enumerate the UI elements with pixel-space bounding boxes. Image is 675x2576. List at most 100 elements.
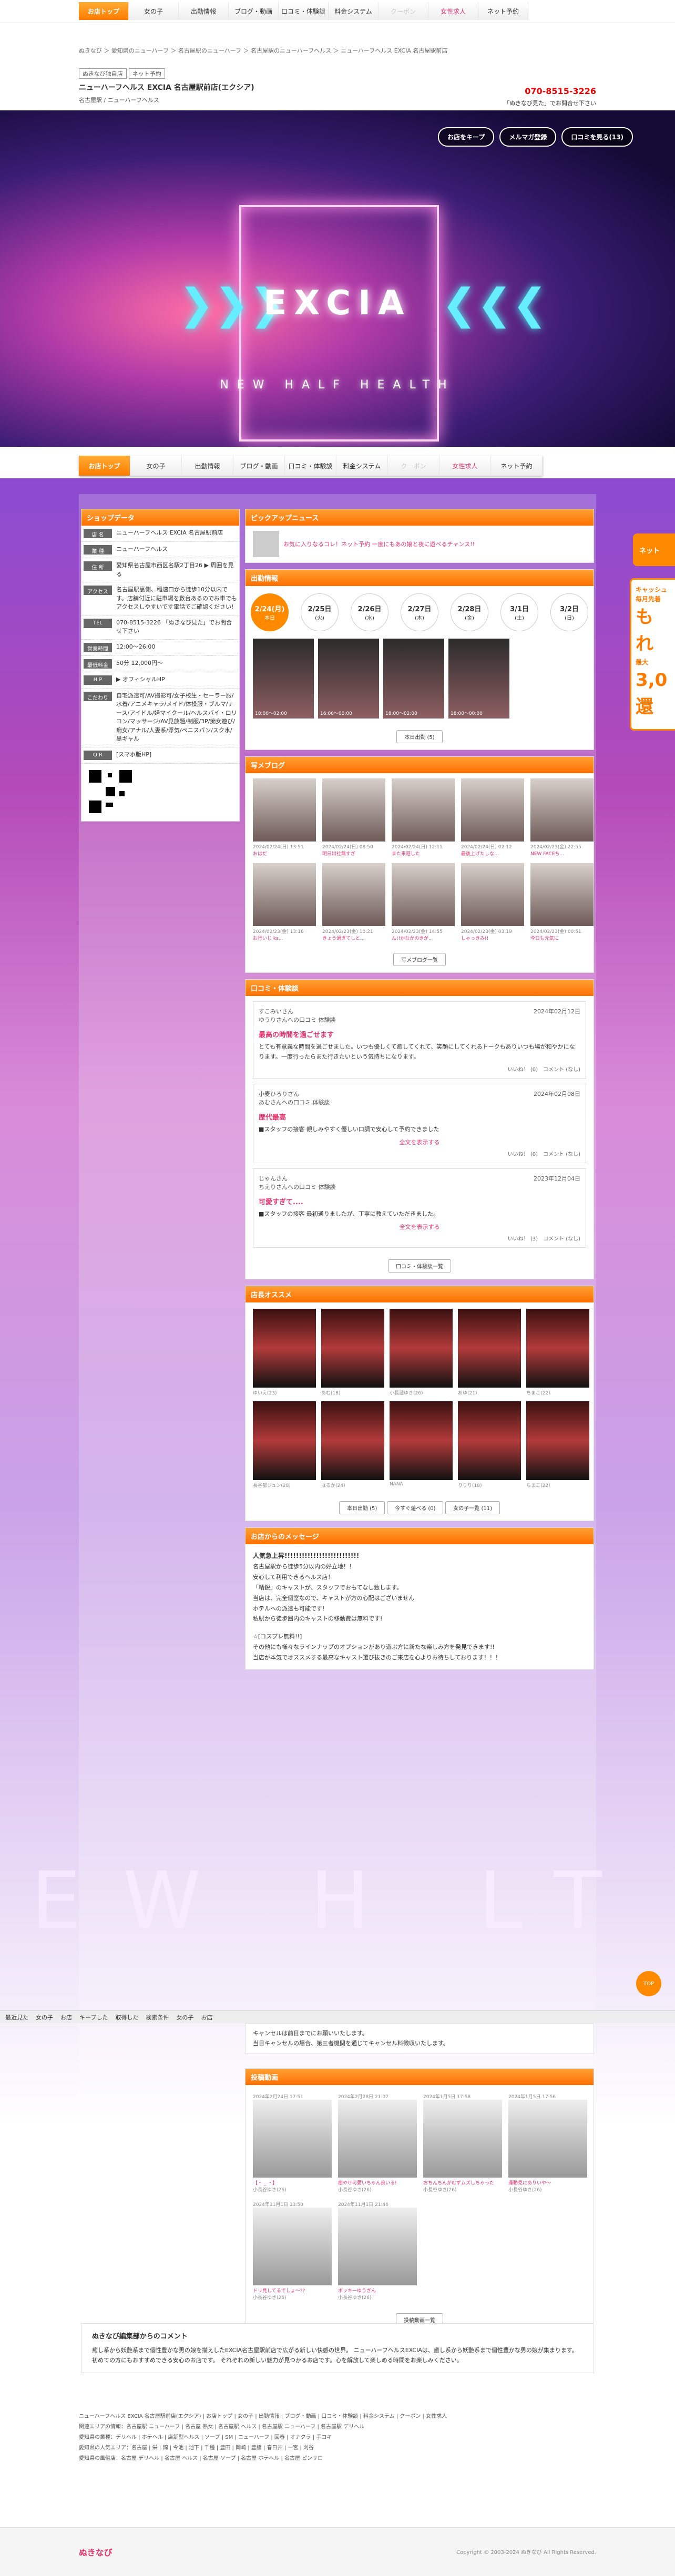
bottom-bar-item[interactable]: 女の子 <box>176 2013 193 2021</box>
schedule-day[interactable]: 2/28日 (金) <box>451 593 488 631</box>
show-full-link[interactable]: 全文を表示する <box>262 1223 577 1231</box>
nav-item[interactable]: 女の子 <box>130 456 182 476</box>
cashback-big: もれ <box>636 607 653 654</box>
nav-item[interactable]: お店トップ <box>79 456 130 476</box>
net-reserve-float[interactable]: ネット <box>633 533 675 566</box>
reviews-list-button[interactable]: 口コミ・体験談一覧 <box>388 1259 451 1272</box>
recommend-girl[interactable]: りりり(18) <box>458 1401 521 1489</box>
bottom-bar-item[interactable]: 最近見た <box>5 2013 28 2021</box>
blog-item[interactable]: 2024/02/24(日) 02:12 最後上げたしな... <box>461 778 524 857</box>
blog-item[interactable]: 2024/02/23(金) 13:16 お行いじ ks... <box>253 863 316 941</box>
blog-item[interactable]: 2024/02/23(金) 14:55 ん!!かなかのきが.. <box>392 863 455 941</box>
like-button[interactable]: いいね！ (3) <box>508 1236 538 1242</box>
news-link[interactable]: お気に入りなるコレ！ネット予約 一度にもあの娘と夜に遊べるチャンス!! <box>283 540 475 548</box>
post-item[interactable]: 2024年11月1日 13:50 ドリ見してるでしょ〜?? 小長谷ゆき(26) <box>253 2199 332 2301</box>
schedule-girl-photo[interactable]: 18:00〜00:00 <box>448 639 509 719</box>
nav-item[interactable]: 料金システム <box>329 2 379 20</box>
shop-data-row: Q R [スマホ版HP] <box>81 747 239 764</box>
bottom-bar-item[interactable]: 取得した <box>115 2013 138 2021</box>
footer-logo[interactable]: ぬきなび <box>79 2546 112 2558</box>
blog-list-button[interactable]: 写メブログ一覧 <box>393 953 446 966</box>
cashback-float[interactable]: キャッシュ 毎月先着 もれ 最大 3,0 還 <box>630 578 675 731</box>
recommend-girl[interactable]: あゆ(21) <box>458 1308 521 1396</box>
comment-button[interactable]: コメント (なし) <box>543 1067 580 1073</box>
recommend-girl[interactable]: 小長遊ゆき(26) <box>390 1308 453 1396</box>
nav-item[interactable]: ネット予約 <box>491 456 543 476</box>
blog-item[interactable]: 2024/02/23(金) 22:55 NEW FACEち... <box>530 778 594 857</box>
recommend-photo <box>253 1308 316 1388</box>
schedule-girl-photo[interactable]: 16:00〜00:00 <box>318 639 379 719</box>
post-item[interactable]: 2024年11月1日 21:46 ボッキーゆうぎん 小長谷ゆき(26) <box>338 2199 417 2301</box>
comment-button[interactable]: コメント (なし) <box>543 1236 580 1242</box>
message-heading: 人気急上昇!!!!!!!!!!!!!!!!!!!!!!!!!! <box>253 1552 360 1559</box>
post-item[interactable]: 2024年2月28日 21:07 癒やせ可愛いちゃん良いる! 小長谷ゆき(26) <box>338 2091 417 2193</box>
nav-item[interactable]: 女の子 <box>129 2 179 20</box>
tag-original: ぬきなび独自店 <box>79 68 127 79</box>
schedule-day[interactable]: 2/24(月) 本日 <box>251 593 289 631</box>
nav-item[interactable]: 出勤情報 <box>179 2 229 20</box>
footer-line[interactable]: 愛知県の業種：デリヘル | ホテヘル | 店舗型ヘルス | ソープ | SM |… <box>79 2433 596 2443</box>
schedule-day[interactable]: 2/25日 (火) <box>301 593 339 631</box>
blog-item[interactable]: 2024/02/23(金) 03:19 しゃっきみ!! <box>461 863 524 941</box>
recommend-girl[interactable]: ゆいえ(23) <box>253 1308 316 1396</box>
schedule-day[interactable]: 2/27日 (木) <box>401 593 438 631</box>
girls-list-button[interactable]: 女の子一覧 (11) <box>445 1501 500 1514</box>
recommend-girl[interactable]: ちまこ(22) <box>526 1308 589 1396</box>
footer-line[interactable]: ニューハーフヘルス EXCIA 名古屋駅前店(エクシア) | お店トップ | 女… <box>79 2411 596 2422</box>
nav-item[interactable]: 口コミ・体験談 <box>285 456 336 476</box>
shop-data-value: ニューハーフヘルス <box>116 546 168 552</box>
blog-item[interactable]: 2024/02/24(日) 12:11 また来遊した <box>392 778 455 857</box>
footer-line[interactable]: 関連エリアの情報：名古屋駅 ニューハーフ | 名古屋 熟女 | 名古屋駅 ヘルス… <box>79 2422 596 2433</box>
post-item[interactable]: 2024年1月5日 17:58 おちんちんがむずムズしちゃった 小長谷ゆき(26) <box>423 2091 502 2193</box>
nav-item[interactable]: お店トップ <box>79 2 129 20</box>
nav-item[interactable]: ブログ・動画 <box>229 2 279 20</box>
nav-item[interactable]: 出勤情報 <box>182 456 233 476</box>
bottom-bar-item[interactable]: キープした <box>79 2013 108 2021</box>
phone-number[interactable]: 070-8515-3226 <box>525 86 596 96</box>
recommend-girl[interactable]: あむ(18) <box>321 1308 384 1396</box>
like-button[interactable]: いいね！ (0) <box>508 1067 538 1073</box>
shop-data-value: 50分 12,000円〜 <box>116 659 163 666</box>
recommend-girl[interactable]: NANA <box>390 1401 453 1489</box>
nav-item[interactable]: ネット予約 <box>478 2 528 20</box>
show-full-link[interactable]: 全文を表示する <box>262 1138 577 1146</box>
recommend-girl[interactable]: ちまこ(22) <box>526 1401 589 1489</box>
bottom-bar-item[interactable]: 女の子 <box>36 2013 53 2021</box>
keep-shop-button[interactable]: お店をキープ <box>438 127 495 147</box>
footer-line[interactable]: 愛知県の人気エリア：名古屋 | 栄 | 錦 | 今池 | 池下 | 千種 | 豊… <box>79 2443 596 2454</box>
available-now-button[interactable]: 今すぐ遊べる (0) <box>387 1501 444 1514</box>
blog-item[interactable]: 2024/02/23(金) 00:51 今日も元気に <box>530 863 594 941</box>
nav-item[interactable]: 女性求人 <box>428 2 478 20</box>
schedule-day[interactable]: 2/26日 (水) <box>351 593 388 631</box>
bottom-bar-item[interactable]: お店 <box>60 2013 72 2021</box>
post-item[interactable]: 2024年2月24日 17:51 【・ _ ・】 小長谷ゆき(26) <box>253 2091 332 2193</box>
post-item[interactable]: 2024年1月5日 17:56 運動見にありいや〜 小長谷ゆき(26) <box>508 2091 587 2193</box>
nav-item[interactable]: クーポン <box>379 2 428 20</box>
schedule-girl-photo[interactable]: 18:00〜02:00 <box>383 639 444 719</box>
schedule-day[interactable]: 3/1日 (土) <box>500 593 538 631</box>
footer-line[interactable]: 愛知県の風俗店：名古屋 デリヘル | 名古屋 ヘルス | 名古屋 ソープ | 名… <box>79 2454 596 2464</box>
bottom-bar-item[interactable]: 検索条件 <box>146 2013 169 2021</box>
like-button[interactable]: いいね！ (0) <box>508 1152 538 1157</box>
schedule-day[interactable]: 3/2日 (日) <box>550 593 588 631</box>
nav-item[interactable]: 口コミ・体験談 <box>279 2 329 20</box>
bottom-bar-item[interactable]: お店 <box>201 2013 212 2021</box>
blog-item[interactable]: 2024/02/23(金) 10:21 きょう過ぎてしと... <box>322 863 385 941</box>
blog-item[interactable]: 2024/02/24(日) 08:50 明日出社無すぎ <box>322 778 385 857</box>
recommend-girl[interactable]: はるか(24) <box>321 1401 384 1489</box>
comment-button[interactable]: コメント (なし) <box>543 1152 580 1157</box>
nav-item[interactable]: 料金システム <box>336 456 388 476</box>
view-reviews-button[interactable]: 口コミを見る(13) <box>561 127 633 147</box>
nav-item[interactable]: ブログ・動画 <box>233 456 285 476</box>
nav-item[interactable]: 女性求人 <box>439 456 491 476</box>
schedule-girl-photo[interactable]: 18:00〜02:00 <box>253 639 314 719</box>
back-to-top-button[interactable]: TOP <box>636 1971 661 1996</box>
blog-item[interactable]: 2024/02/24(日) 13:51 おはだ <box>253 778 316 857</box>
today-workers-button-2[interactable]: 本日出勤 (5) <box>339 1501 385 1514</box>
nav-item[interactable]: クーポン <box>388 456 439 476</box>
recommend-girl[interactable]: 長谷部ジュン(28) <box>253 1401 316 1489</box>
post-photo <box>508 2100 587 2178</box>
post-caption: おちんちんがむずムズしちゃった 小長谷ゆき(26) <box>423 2179 502 2193</box>
today-workers-button[interactable]: 本日出勤 (5) <box>396 730 443 743</box>
newsletter-button[interactable]: メルマガ登録 <box>499 127 557 147</box>
